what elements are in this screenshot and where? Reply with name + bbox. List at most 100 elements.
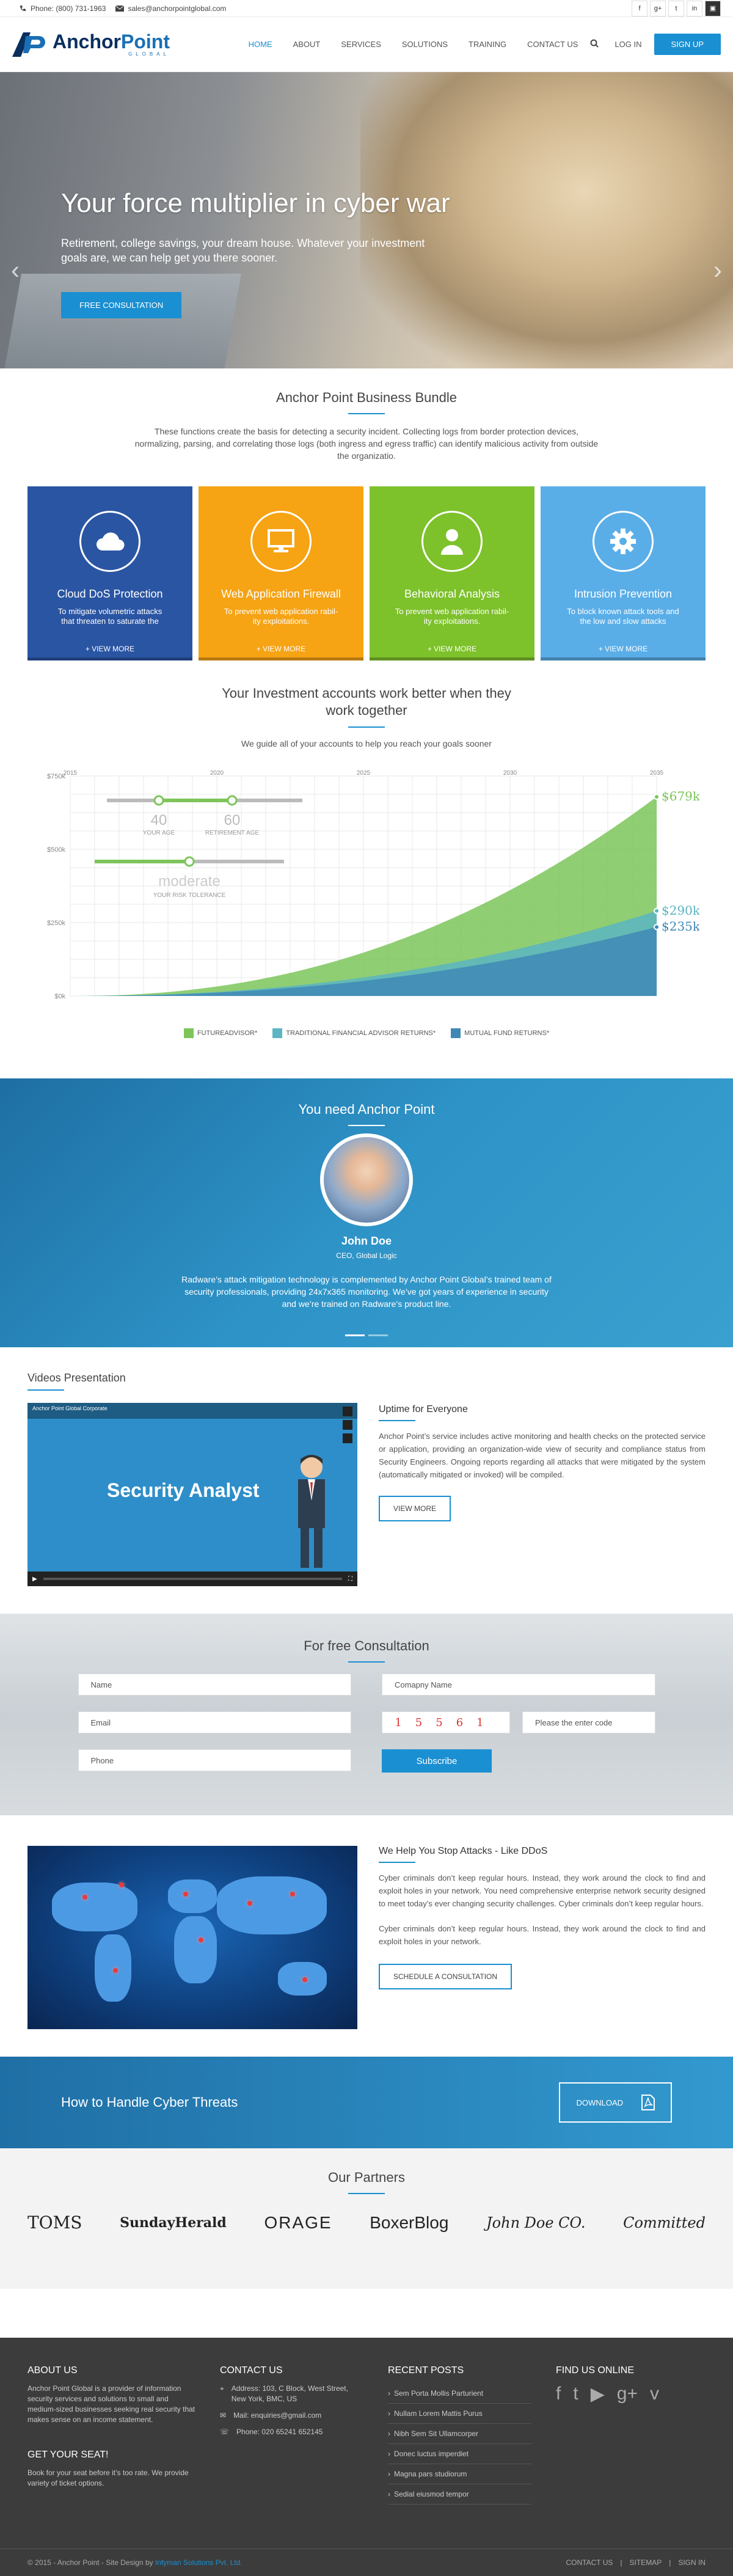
- email-text[interactable]: sales@anchorpointglobal.com: [128, 4, 226, 13]
- view-more-link[interactable]: + VIEW MORE: [370, 645, 534, 653]
- video-player[interactable]: Anchor Point Global Corporate Security A…: [27, 1403, 357, 1586]
- phone-text: Phone: (800) 731-1963: [31, 4, 106, 13]
- recent-post-link[interactable]: Sem Porta Mollis Parturient: [388, 2384, 531, 2404]
- legend-item: MUTUAL FUND RETURNS*: [451, 1028, 549, 1038]
- email-field[interactable]: Email: [78, 1711, 351, 1733]
- retirement-label: RETIREMENT AGE: [205, 830, 259, 836]
- login-link[interactable]: LOG IN: [606, 36, 650, 53]
- slider-prev-icon[interactable]: ‹: [11, 255, 20, 285]
- map-pin: [183, 1892, 188, 1897]
- hero-subtitle: Retirement, college savings, your dream …: [61, 237, 425, 264]
- recent-post-link[interactable]: Sedial eiusmod tempor: [388, 2484, 531, 2505]
- nav-solutions[interactable]: SOLUTIONS: [393, 36, 456, 53]
- facebook-icon[interactable]: f: [632, 0, 647, 16]
- carousel-dot[interactable]: [345, 1334, 365, 1336]
- partner-logo-john-doe-co[interactable]: John Doe CO.: [486, 2214, 585, 2231]
- retirement-value: 60: [224, 812, 241, 829]
- recent-post-link[interactable]: Nullam Lorem Mattis Purus: [388, 2404, 531, 2424]
- card-description: To prevent web application rabil-ity exp…: [224, 607, 338, 626]
- carousel-dot[interactable]: [368, 1334, 388, 1336]
- name-field[interactable]: Name: [78, 1674, 351, 1696]
- view-more-link[interactable]: + VIEW MORE: [199, 645, 363, 653]
- nav-contact-us[interactable]: CONTACT US: [519, 36, 586, 53]
- instagram-icon[interactable]: ▣: [705, 0, 721, 16]
- footer-contact-us-link[interactable]: CONTACT US: [566, 2558, 613, 2567]
- captcha-input[interactable]: Please the enter code: [522, 1711, 655, 1733]
- age-label: YOUR AGE: [143, 830, 175, 836]
- hero-banner: ‹ › Your force multiplier in cyber war R…: [0, 72, 733, 368]
- series-end-point: [654, 794, 660, 800]
- card-web-application-firewall[interactable]: Web Application Firewall To prevent web …: [199, 486, 363, 660]
- card-title: Cloud DoS Protection: [57, 588, 163, 600]
- risk-label: YOUR RISK TOLERANCE: [153, 892, 226, 899]
- company-name-field[interactable]: Comapny Name: [382, 1674, 655, 1696]
- linkedin-icon[interactable]: in: [687, 0, 702, 16]
- card-title: Intrusion Prevention: [574, 588, 673, 600]
- search-icon[interactable]: [590, 39, 599, 49]
- map-pin: [82, 1895, 87, 1900]
- main-navigation: AnchorPoint GLOBAL HOME ABOUT SERVICES S…: [0, 17, 733, 72]
- nav-about[interactable]: ABOUT: [285, 36, 329, 53]
- card-bottom-bar: [27, 657, 192, 660]
- ddos-paragraph-1: Cyber criminals don’t keep regular hours…: [379, 1873, 706, 1908]
- subscribe-button[interactable]: Subscribe: [382, 1749, 492, 1773]
- partner-logo-sundayherald[interactable]: SundayHerald: [120, 2215, 227, 2231]
- captcha-row: 15561 Please the enter code: [382, 1711, 655, 1733]
- clock-icon[interactable]: [343, 1420, 352, 1430]
- schedule-consultation-button[interactable]: SCHEDULE A CONSULTATION: [379, 1964, 512, 1989]
- partner-logo-boxerblog[interactable]: BoxerBlog: [370, 2213, 448, 2233]
- envelope-icon: [115, 4, 125, 13]
- youtube-icon[interactable]: ▶: [591, 2384, 605, 2405]
- partner-logo-committed[interactable]: Committed: [623, 2214, 706, 2231]
- card-description: To block known attack tools and the low …: [567, 607, 679, 626]
- twitter-icon[interactable]: t: [668, 0, 684, 16]
- user-icon: [421, 511, 483, 572]
- phone-info: Phone: (800) 731-1963: [18, 4, 106, 13]
- fullscreen-icon[interactable]: ⛶: [348, 1576, 352, 1583]
- card-behavioral-analysis[interactable]: Behavioral Analysis To prevent web appli…: [370, 486, 534, 660]
- vimeo-icon[interactable]: v: [650, 2384, 659, 2405]
- download-button[interactable]: DOWNLOAD: [559, 2082, 672, 2123]
- card-title: Web Application Firewall: [221, 588, 341, 600]
- map-pin: [290, 1892, 295, 1897]
- recent-post-link[interactable]: Magna pars studiorum: [388, 2464, 531, 2484]
- recent-post-link[interactable]: Donec luctus imperdiet: [388, 2444, 531, 2464]
- slider-next-icon[interactable]: ›: [713, 255, 722, 285]
- testimonial-name: John Doe: [341, 1235, 392, 1247]
- logo[interactable]: AnchorPoint GLOBAL: [12, 32, 170, 57]
- ddos-paragraph-2: Cyber criminals don’t keep regular hours…: [379, 1924, 706, 1946]
- google-plus-icon[interactable]: g+: [650, 0, 666, 16]
- designer-link[interactable]: Infyman Solutions Pvt. Ltd.: [155, 2558, 243, 2567]
- like-icon[interactable]: [343, 1407, 352, 1416]
- view-more-link[interactable]: + VIEW MORE: [27, 645, 192, 653]
- video-progress[interactable]: [43, 1578, 342, 1580]
- address-text: Address: 103, C Block, West Street, New …: [231, 2384, 348, 2403]
- google-plus-icon[interactable]: g+: [617, 2384, 638, 2405]
- card-cloud-dos-protection[interactable]: Cloud DoS Protection To mitigate volumet…: [27, 486, 192, 660]
- social-links: f g+ t in ▣: [632, 0, 721, 16]
- recent-post-link[interactable]: Nibh Sem Sit Ullamcorper: [388, 2424, 531, 2444]
- nav-home[interactable]: HOME: [240, 36, 281, 53]
- view-more-link[interactable]: + VIEW MORE: [541, 645, 706, 653]
- email-info[interactable]: sales@anchorpointglobal.com: [115, 4, 226, 13]
- card-intrusion-prevention[interactable]: Intrusion Prevention To block known atta…: [541, 486, 706, 660]
- video-control-bar: ▶ ⛶: [27, 1572, 357, 1586]
- signup-button[interactable]: SIGN UP: [654, 34, 721, 55]
- play-icon[interactable]: ▶: [32, 1576, 37, 1583]
- twitter-icon[interactable]: t: [573, 2384, 578, 2405]
- facebook-icon[interactable]: f: [556, 2384, 561, 2405]
- free-consultation-button[interactable]: FREE CONSULTATION: [61, 292, 182, 318]
- x-tick-label: 2035: [650, 770, 664, 777]
- share-icon[interactable]: [343, 1433, 352, 1443]
- partner-logo-toms[interactable]: TOMS: [27, 2212, 82, 2233]
- partner-logo-orage[interactable]: ORAGE: [264, 2213, 332, 2233]
- nav-training[interactable]: TRAINING: [460, 36, 515, 53]
- videos-title: Videos Presentation: [27, 1372, 126, 1384]
- footer-sign-in-link[interactable]: SIGN IN: [678, 2558, 706, 2567]
- footer: ABOUT US Anchor Point Global is a provid…: [0, 2338, 733, 2576]
- view-more-button[interactable]: VIEW MORE: [379, 1496, 451, 1521]
- nav-services[interactable]: SERVICES: [332, 36, 390, 53]
- footer-sitemap-link[interactable]: SITEMAP: [630, 2558, 662, 2567]
- legend-swatch: [451, 1028, 461, 1038]
- phone-field[interactable]: Phone: [78, 1749, 351, 1771]
